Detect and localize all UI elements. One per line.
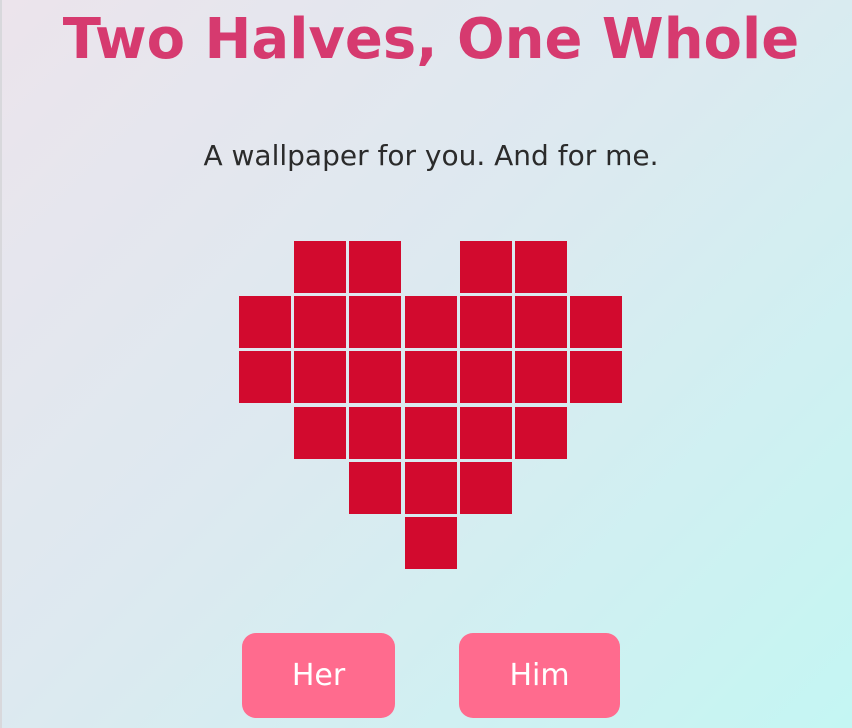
heart-pixel [460,241,512,293]
heart-pixel [570,296,622,348]
heart-pixel [405,296,457,348]
heart-pixel [349,462,401,514]
her-button[interactable]: Her [242,633,395,718]
page-subtitle: A wallpaper for you. And for me. [203,139,659,172]
heart-pixel [294,351,346,403]
heart-pixel [294,407,346,459]
heart-pixel [460,407,512,459]
heart-pixel [239,296,291,348]
heart-pixel [405,407,457,459]
heart-pixel [405,351,457,403]
heart-pixel [239,351,291,403]
heart-pixel [515,351,567,403]
heart-pixel [349,351,401,403]
heart-pixel [349,241,401,293]
heart-pixel [515,407,567,459]
heart-pixel [460,351,512,403]
heart-pixel [460,462,512,514]
him-button[interactable]: Him [459,633,620,718]
heart-pixel [405,462,457,514]
heart-pixel [515,241,567,293]
heart-pixel [349,407,401,459]
page-title: Two Halves, One Whole [62,7,800,72]
pixel-heart-image [0,0,852,728]
heart-pixel [515,296,567,348]
heart-pixel [405,517,457,569]
page-left-border [0,0,2,728]
heart-pixel [349,296,401,348]
heart-pixel [294,241,346,293]
heart-pixel [570,351,622,403]
heart-pixel [460,296,512,348]
heart-pixel [294,296,346,348]
